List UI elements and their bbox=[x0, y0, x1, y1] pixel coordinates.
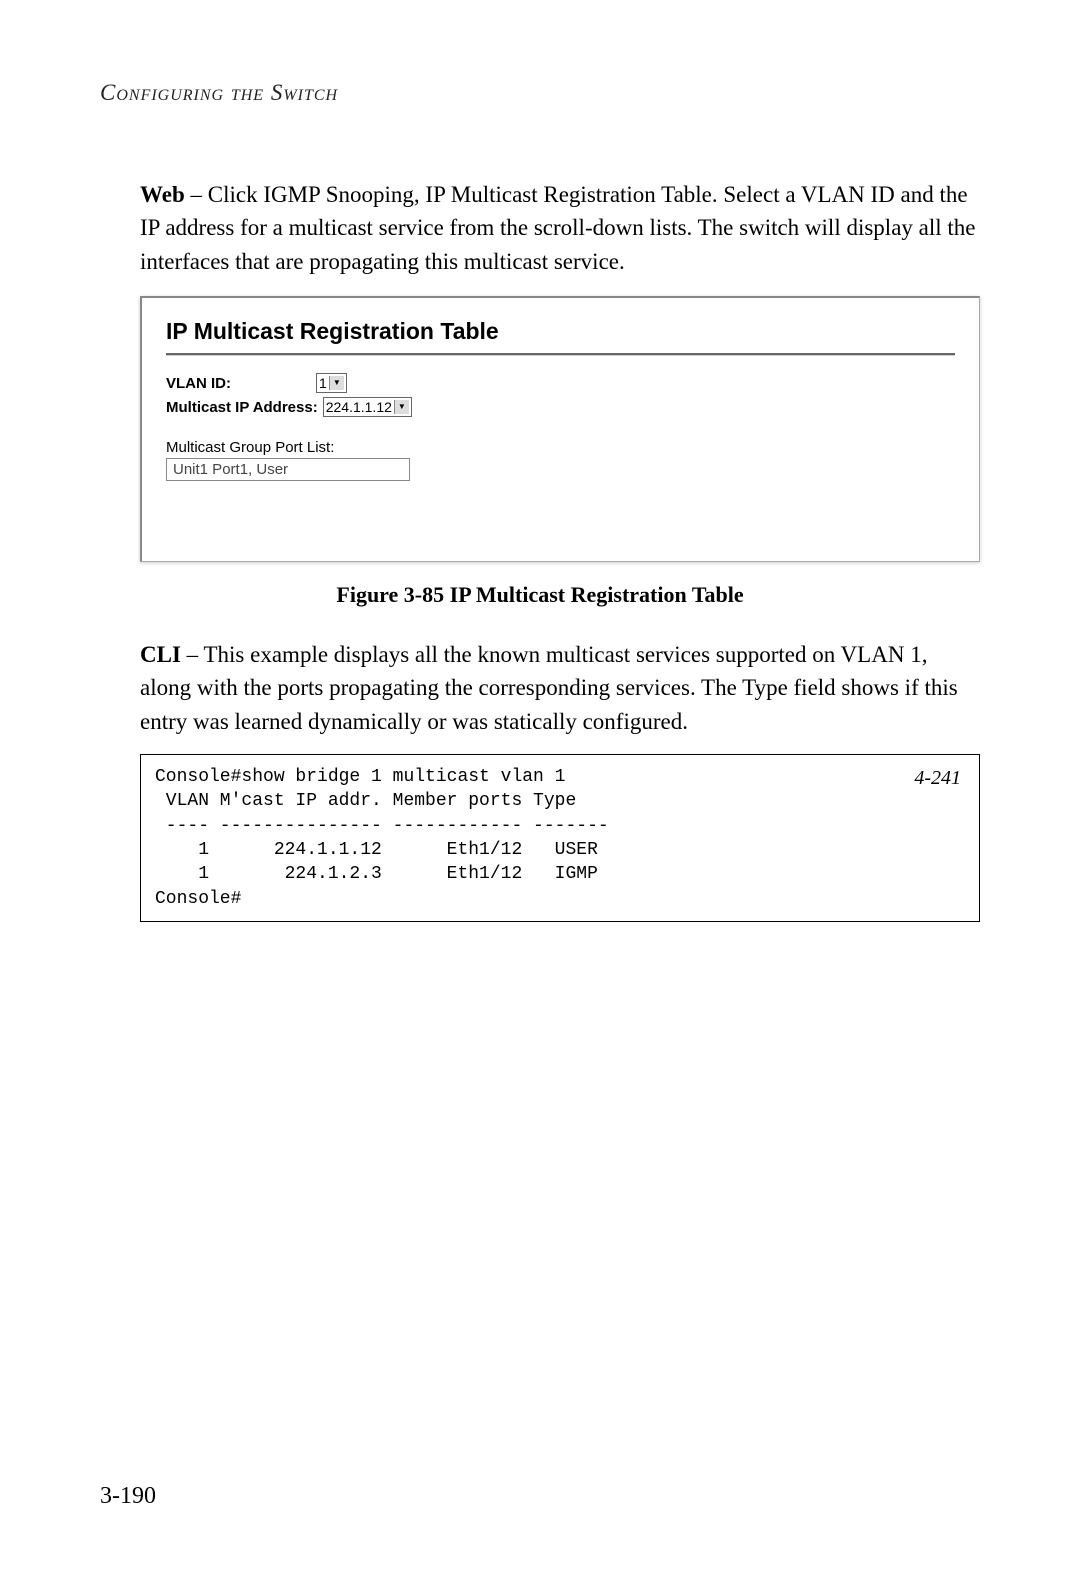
cli-paragraph: CLI – This example displays all the know… bbox=[140, 638, 980, 738]
figure-box: IP Multicast Registration Table VLAN ID:… bbox=[140, 296, 980, 562]
figure-caption: Figure 3-85 IP Multicast Registration Ta… bbox=[100, 582, 980, 608]
chevron-down-icon[interactable]: ▼ bbox=[329, 376, 344, 390]
vlan-id-select[interactable]: 1 ▼ bbox=[316, 373, 347, 393]
cli-lead: CLI bbox=[140, 642, 181, 667]
vlan-id-row: VLAN ID: 1 ▼ bbox=[166, 373, 955, 393]
cli-body: – This example displays all the known mu… bbox=[140, 642, 958, 734]
mcast-ip-row: Multicast IP Address: 224.1.1.12 ▼ bbox=[166, 397, 955, 417]
mcast-ip-value: 224.1.1.12 bbox=[326, 398, 394, 416]
web-lead: Web bbox=[140, 182, 185, 207]
vlan-id-label: VLAN ID: bbox=[166, 375, 316, 392]
figure-title: IP Multicast Registration Table bbox=[166, 318, 955, 355]
page-number: 3-190 bbox=[100, 1483, 156, 1510]
cli-text: Console#show bridge 1 multicast vlan 1 V… bbox=[155, 767, 609, 908]
mcast-ip-select[interactable]: 224.1.1.12 ▼ bbox=[323, 397, 412, 417]
vlan-id-value: 1 bbox=[319, 374, 329, 392]
web-body: – Click IGMP Snooping, IP Multicast Regi… bbox=[140, 182, 976, 274]
mcast-ip-label: Multicast IP Address: bbox=[166, 399, 318, 416]
web-paragraph: Web – Click IGMP Snooping, IP Multicast … bbox=[140, 178, 980, 278]
port-list-label: Multicast Group Port List: bbox=[166, 439, 955, 456]
chevron-down-icon[interactable]: ▼ bbox=[394, 400, 409, 414]
cli-output: 4-241 Console#show bridge 1 multicast vla… bbox=[140, 754, 980, 922]
page-header: Configuring the Switch bbox=[100, 80, 980, 106]
cli-ref: 4-241 bbox=[914, 765, 961, 792]
port-list-box: Unit1 Port1, User bbox=[166, 458, 410, 481]
